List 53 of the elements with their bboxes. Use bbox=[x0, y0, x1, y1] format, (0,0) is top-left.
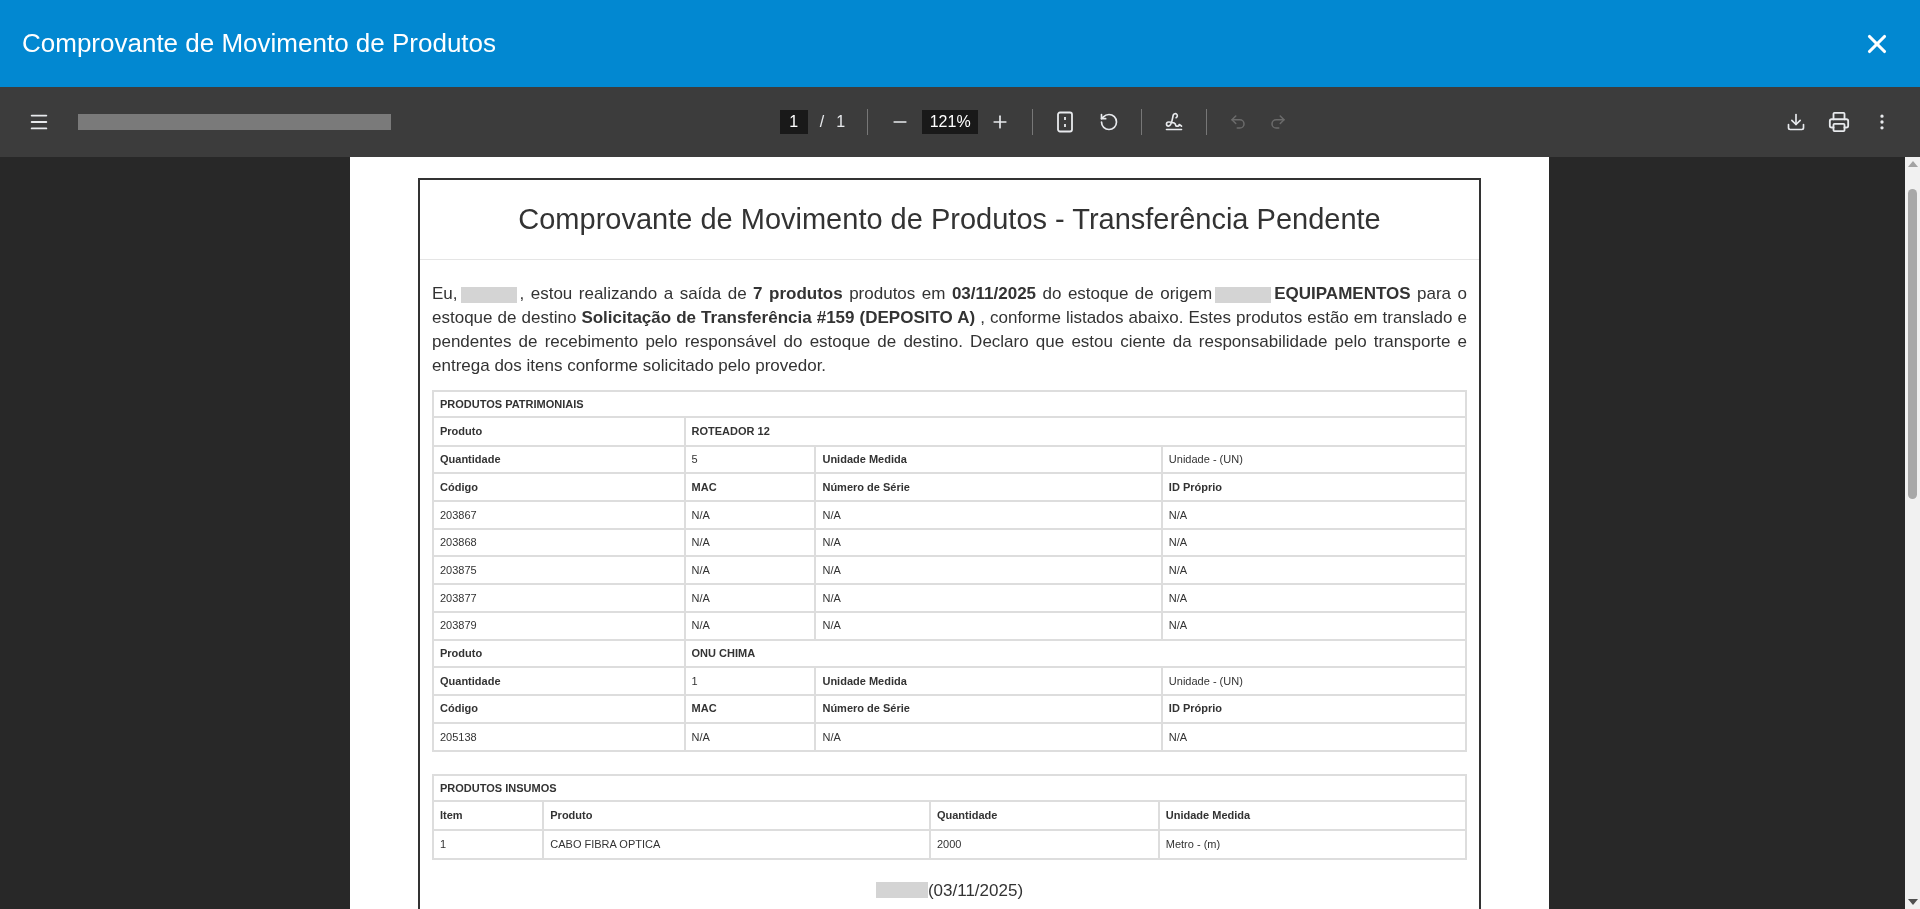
table-cell: N/A bbox=[684, 584, 816, 612]
page-input[interactable]: 1 bbox=[779, 110, 808, 134]
table-cell: MAC bbox=[684, 694, 816, 723]
table-cell: 5 bbox=[684, 445, 816, 474]
table-cell: N/A bbox=[815, 584, 1162, 612]
declaration-paragraph: Eu, , estou realizando a saída de 7 produtos produtos em 03/11/2025 do estoque de origem EQUIPAMENTOS para o estoque de destino Solicitação de Transferência #159 (DEPOSITO A) , conforme listados abaixo. Estes produtos estão em translado e pendentes de recebimento pelo responsável do estoque de destino. Declaro que estou ciente da responsabilidade pelo transporte e entrega dos itens conforme solicitado pelo provedor. bbox=[432, 283, 1467, 377]
table-cell: Produto bbox=[543, 802, 930, 830]
table-cell: Código bbox=[434, 694, 685, 723]
document-title: Comprovante de Movimento de Produtos - Transferência Pendente bbox=[518, 201, 1381, 237]
zoom-input[interactable]: 121% bbox=[922, 110, 979, 134]
table-cell: 203879 bbox=[434, 611, 685, 640]
table-cell: Número de Série bbox=[815, 694, 1162, 723]
table-cell: 1 bbox=[684, 667, 816, 695]
table-cell: N/A bbox=[815, 556, 1162, 585]
page-total: 1 bbox=[836, 112, 846, 132]
table-cell: 203868 bbox=[434, 528, 685, 557]
table-cell: N/A bbox=[815, 611, 1162, 640]
table-cell: N/A bbox=[684, 556, 816, 585]
table-cell: Quantidade bbox=[434, 667, 685, 695]
signature-date: (03/11/2025) bbox=[927, 879, 1024, 902]
table-cell: Quantidade bbox=[434, 445, 685, 474]
table-cell: N/A bbox=[684, 528, 816, 557]
table-cell: N/A bbox=[815, 501, 1162, 529]
print-icon[interactable] bbox=[1828, 111, 1850, 133]
dialog-title: Comprovante de Movimento de Produtos bbox=[22, 27, 497, 60]
scroll-thumb[interactable] bbox=[1908, 189, 1917, 499]
table-title: PRODUTOS PATRIMONIAIS bbox=[439, 396, 585, 412]
table-cell: Quantidade bbox=[929, 802, 1159, 830]
blurred-redaction bbox=[875, 882, 928, 899]
table-cell: N/A bbox=[684, 611, 816, 640]
table-cell: Número de Série bbox=[815, 473, 1162, 502]
download-icon[interactable] bbox=[1786, 112, 1806, 132]
table-cell: Código bbox=[434, 473, 685, 502]
blurred-redaction bbox=[1215, 286, 1272, 303]
table-cell: Unidade Medida bbox=[815, 667, 1162, 695]
table-cell: Item bbox=[434, 802, 544, 830]
blurred-redaction bbox=[460, 286, 517, 303]
table-cell: MAC bbox=[684, 473, 816, 502]
table-cell: N/A bbox=[684, 501, 816, 529]
fit-page-icon[interactable] bbox=[1055, 111, 1076, 133]
scrollbar[interactable] bbox=[1905, 157, 1920, 909]
table-cell: 203877 bbox=[434, 584, 685, 612]
table-cell: Unidade Medida bbox=[815, 445, 1162, 474]
table-cell: Produto bbox=[434, 639, 685, 668]
page-separator: / bbox=[819, 112, 825, 132]
table-cell: 203867 bbox=[434, 501, 685, 529]
table-cell: 203875 bbox=[434, 556, 685, 585]
table-cell: Produto bbox=[434, 418, 685, 446]
table-title: PRODUTOS INSUMOS bbox=[439, 781, 558, 796]
draw-icon[interactable] bbox=[1164, 112, 1185, 132]
table-cell: N/A bbox=[815, 528, 1162, 557]
scroll-down-icon[interactable] bbox=[1907, 899, 1918, 905]
rotate-icon[interactable] bbox=[1099, 112, 1120, 132]
